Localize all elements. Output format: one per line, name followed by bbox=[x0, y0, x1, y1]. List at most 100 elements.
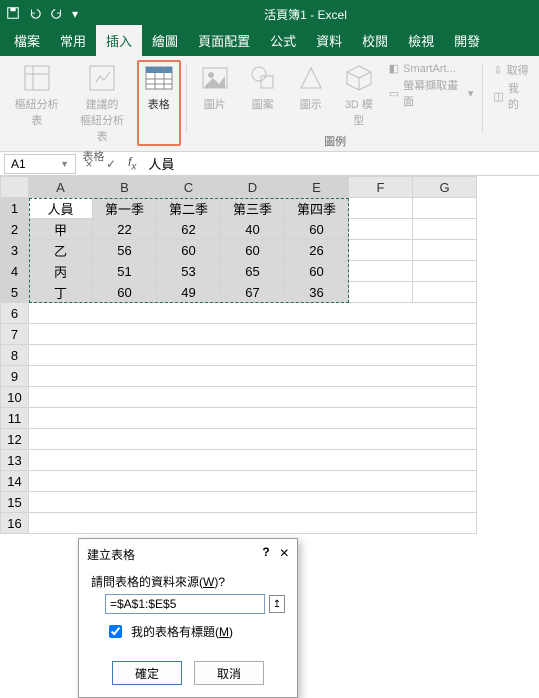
row-header[interactable]: 7 bbox=[1, 324, 29, 345]
name-box[interactable]: A1 ▼ bbox=[4, 154, 76, 174]
save-icon[interactable] bbox=[6, 6, 20, 23]
close-icon[interactable]: × bbox=[280, 545, 289, 563]
tab-draw[interactable]: 繪圖 bbox=[142, 25, 188, 56]
cell[interactable] bbox=[29, 324, 477, 345]
has-headers-checkbox[interactable]: 我的表格有標題(M) bbox=[105, 622, 285, 641]
cell[interactable] bbox=[29, 492, 477, 513]
cell[interactable]: 67 bbox=[221, 282, 285, 303]
row-header[interactable]: 2 bbox=[1, 219, 29, 240]
row-header[interactable]: 8 bbox=[1, 345, 29, 366]
cell[interactable] bbox=[413, 282, 477, 303]
worksheet[interactable]: A B C D E F G 1 人員 第一季 第二季 第三季 第四季 2 甲 2… bbox=[0, 176, 539, 534]
row-header[interactable]: 13 bbox=[1, 450, 29, 471]
cell[interactable]: 36 bbox=[285, 282, 349, 303]
cell[interactable] bbox=[413, 240, 477, 261]
tab-insert[interactable]: 插入 bbox=[96, 25, 142, 56]
chevron-down-icon[interactable]: ▼ bbox=[60, 159, 69, 169]
cell[interactable]: 56 bbox=[93, 240, 157, 261]
tab-formula[interactable]: 公式 bbox=[260, 25, 306, 56]
tab-review[interactable]: 校閱 bbox=[352, 25, 398, 56]
cancel-button[interactable]: 取消 bbox=[194, 661, 264, 685]
cell[interactable] bbox=[413, 261, 477, 282]
cell[interactable] bbox=[413, 198, 477, 219]
recommended-pivot-button[interactable]: 建議的 樞紐分析表 bbox=[71, 60, 132, 146]
cell[interactable]: 甲 bbox=[29, 219, 93, 240]
tab-dev[interactable]: 開發 bbox=[444, 25, 490, 56]
cell[interactable] bbox=[29, 450, 477, 471]
help-icon[interactable]: ? bbox=[262, 545, 269, 563]
range-input[interactable] bbox=[105, 594, 265, 614]
col-header[interactable]: C bbox=[157, 177, 221, 198]
cell[interactable] bbox=[29, 303, 477, 324]
cell[interactable]: 65 bbox=[221, 261, 285, 282]
row-header[interactable]: 10 bbox=[1, 387, 29, 408]
cell[interactable] bbox=[349, 219, 413, 240]
cell[interactable]: 第二季 bbox=[157, 198, 221, 219]
cell[interactable]: 乙 bbox=[29, 240, 93, 261]
smartart-button[interactable]: ◧SmartArt... bbox=[389, 62, 474, 75]
cell[interactable] bbox=[29, 366, 477, 387]
cell[interactable]: 60 bbox=[285, 261, 349, 282]
my-addins-button[interactable]: ◫我的 bbox=[493, 80, 529, 112]
col-header[interactable]: D bbox=[221, 177, 285, 198]
cell[interactable]: 60 bbox=[157, 240, 221, 261]
3dmodel-button[interactable]: 3D 模 型 bbox=[337, 60, 381, 131]
cell[interactable]: 丁 bbox=[29, 282, 93, 303]
cell[interactable]: 第四季 bbox=[285, 198, 349, 219]
cell[interactable]: 26 bbox=[285, 240, 349, 261]
cell[interactable]: 60 bbox=[285, 219, 349, 240]
row-header[interactable]: 14 bbox=[1, 471, 29, 492]
row-header[interactable]: 15 bbox=[1, 492, 29, 513]
row-header[interactable]: 9 bbox=[1, 366, 29, 387]
cell[interactable]: 49 bbox=[157, 282, 221, 303]
cell[interactable]: 51 bbox=[93, 261, 157, 282]
cell[interactable] bbox=[29, 387, 477, 408]
cell[interactable]: 第三季 bbox=[221, 198, 285, 219]
cell[interactable] bbox=[349, 261, 413, 282]
undo-icon[interactable] bbox=[28, 6, 42, 23]
row-header[interactable]: 3 bbox=[1, 240, 29, 261]
cell[interactable]: 60 bbox=[93, 282, 157, 303]
tab-view[interactable]: 檢視 bbox=[398, 25, 444, 56]
tab-data[interactable]: 資料 bbox=[306, 25, 352, 56]
screenshot-button[interactable]: ▭螢幕擷取畫面▾ bbox=[389, 77, 474, 109]
cell[interactable] bbox=[29, 429, 477, 450]
tab-file[interactable]: 檔案 bbox=[4, 25, 50, 56]
ok-button[interactable]: 確定 bbox=[112, 661, 182, 685]
fx-icon[interactable]: fx bbox=[122, 155, 142, 172]
col-header[interactable]: E bbox=[285, 177, 349, 198]
table-button[interactable]: 表格 bbox=[137, 60, 181, 146]
shapes-button[interactable]: 圖案 bbox=[241, 60, 285, 131]
row-header[interactable]: 5 bbox=[1, 282, 29, 303]
cell[interactable] bbox=[413, 219, 477, 240]
row-header[interactable]: 16 bbox=[1, 513, 29, 534]
cell[interactable] bbox=[29, 408, 477, 429]
cell[interactable]: 丙 bbox=[29, 261, 93, 282]
cell[interactable]: 人員 bbox=[29, 198, 93, 219]
cell[interactable]: 53 bbox=[157, 261, 221, 282]
collapse-dialog-icon[interactable]: ↥ bbox=[269, 595, 285, 613]
grid[interactable]: A B C D E F G 1 人員 第一季 第二季 第三季 第四季 2 甲 2… bbox=[0, 176, 477, 534]
tab-layout[interactable]: 頁面配置 bbox=[188, 25, 260, 56]
cell[interactable]: 第一季 bbox=[93, 198, 157, 219]
col-header[interactable]: B bbox=[93, 177, 157, 198]
cell[interactable] bbox=[349, 198, 413, 219]
row-header[interactable]: 6 bbox=[1, 303, 29, 324]
cell[interactable]: 22 bbox=[93, 219, 157, 240]
get-addins-button[interactable]: ⇩取得 bbox=[493, 62, 529, 78]
redo-icon[interactable] bbox=[50, 6, 64, 23]
has-headers-input[interactable] bbox=[109, 625, 122, 638]
col-header[interactable]: F bbox=[349, 177, 413, 198]
row-header[interactable]: 4 bbox=[1, 261, 29, 282]
icons-button[interactable]: 圖示 bbox=[289, 60, 333, 131]
cell[interactable]: 40 bbox=[221, 219, 285, 240]
cell[interactable] bbox=[29, 471, 477, 492]
row-header[interactable]: 12 bbox=[1, 429, 29, 450]
cell[interactable] bbox=[349, 240, 413, 261]
row-header[interactable]: 11 bbox=[1, 408, 29, 429]
tab-home[interactable]: 常用 bbox=[50, 25, 96, 56]
col-header[interactable]: A bbox=[29, 177, 93, 198]
row-header[interactable]: 1 bbox=[1, 198, 29, 219]
cell[interactable]: 62 bbox=[157, 219, 221, 240]
cell[interactable]: 60 bbox=[221, 240, 285, 261]
